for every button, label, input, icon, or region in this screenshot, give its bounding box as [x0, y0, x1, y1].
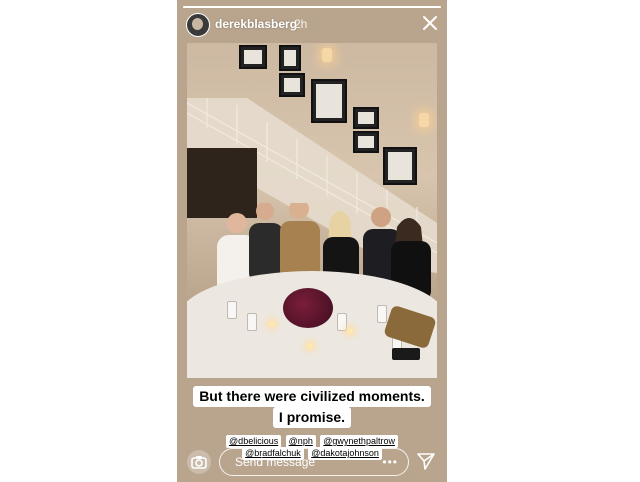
wall-lamp — [419, 113, 429, 127]
send-message-input[interactable]: Send message ••• — [219, 448, 409, 476]
story-photo — [187, 43, 437, 378]
wall-frame — [383, 147, 417, 185]
wall-frame — [353, 107, 379, 129]
camera-icon[interactable] — [187, 450, 211, 474]
wall-frame — [353, 131, 379, 153]
wall-frame — [279, 45, 301, 71]
avatar[interactable] — [186, 13, 210, 37]
more-options-button[interactable]: ••• — [382, 455, 398, 469]
wall-frame — [239, 45, 267, 69]
close-icon[interactable] — [421, 14, 439, 32]
caption-line-1: But there were civilized moments. — [193, 386, 431, 407]
photo-candle — [269, 321, 275, 327]
photo-glass — [337, 313, 347, 331]
photo-glass — [247, 313, 257, 331]
avatar-face — [192, 18, 203, 30]
photo-candle — [307, 343, 313, 349]
time-ago: 2h — [294, 17, 308, 31]
wall-frame — [279, 73, 305, 97]
story-viewer: derekblasberg 2h But there were civilize… — [177, 0, 447, 482]
photo-flowers — [283, 288, 333, 328]
story-progress-bar — [183, 6, 441, 8]
photo-glass — [377, 305, 387, 323]
story-progress-fill — [183, 6, 441, 8]
caption-line-2-wrap: I promise. — [177, 407, 447, 428]
wall-lamp — [322, 48, 332, 62]
caption-line-2: I promise. — [272, 407, 352, 428]
caption-line-1-wrap: But there were civilized moments. — [177, 386, 447, 407]
send-icon[interactable] — [416, 451, 436, 471]
photo-candle — [347, 328, 353, 334]
username[interactable]: derekblasberg — [215, 17, 297, 31]
photo-glass — [227, 301, 237, 319]
photo-phone — [392, 348, 420, 360]
wall-frame — [311, 79, 347, 123]
send-message-placeholder: Send message — [235, 455, 316, 469]
